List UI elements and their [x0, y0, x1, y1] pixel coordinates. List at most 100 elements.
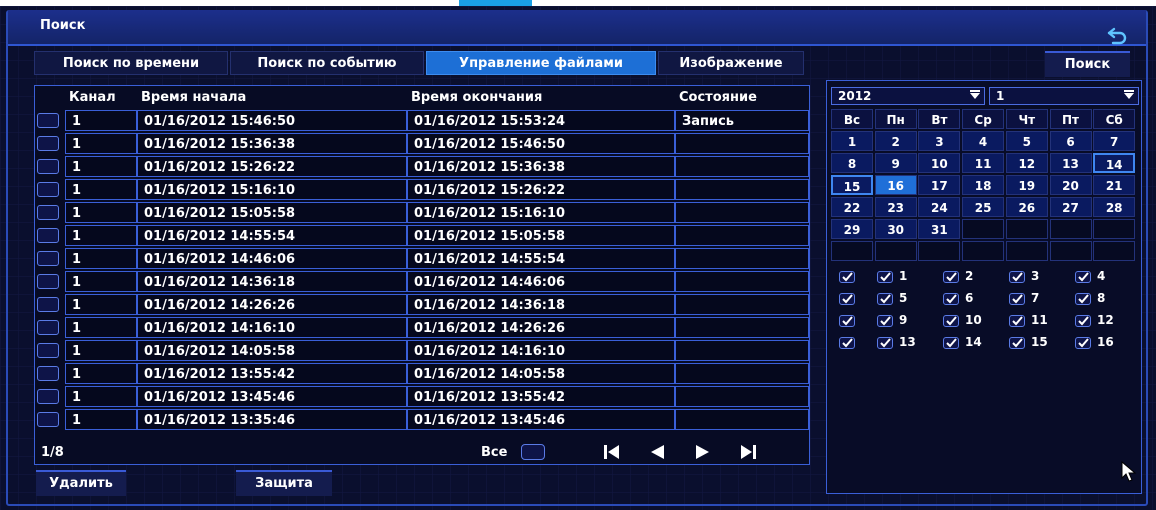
calendar-day[interactable]: 19 [1005, 175, 1048, 195]
calendar-day[interactable]: 12 [1005, 153, 1048, 173]
mouse-cursor-icon [1121, 460, 1137, 482]
calendar-day[interactable]: 11 [962, 153, 1005, 173]
table-row[interactable]: 1 01/16/2012 13:35:46 01/16/2012 13:45:46 [35, 409, 811, 431]
channel-checkbox[interactable] [1075, 271, 1091, 283]
row-checkbox[interactable] [37, 320, 59, 335]
year-select[interactable]: 2012 [831, 87, 985, 105]
prev-page-icon[interactable] [637, 442, 677, 462]
row-checkbox[interactable] [37, 297, 59, 312]
calendar-day[interactable]: 8 [831, 153, 873, 173]
channel-checkbox[interactable] [1075, 293, 1091, 305]
calendar-day[interactable]: 1 [831, 131, 873, 151]
calendar-day[interactable]: 2 [874, 131, 917, 151]
channel-checkbox[interactable] [1009, 271, 1025, 283]
channel-checkbox[interactable] [943, 315, 959, 327]
calendar-day[interactable]: 5 [1005, 131, 1048, 151]
channel-checkbox[interactable] [943, 271, 959, 283]
calendar-day[interactable]: 13 [1049, 153, 1092, 173]
channel-checkbox[interactable] [877, 337, 893, 349]
channel-checkbox[interactable] [877, 271, 893, 283]
channel-checkbox[interactable] [1075, 337, 1091, 349]
table-row[interactable]: 1 01/16/2012 15:46:50 01/16/2012 15:53:24 З… [35, 110, 811, 132]
table-row[interactable]: 1 01/16/2012 15:26:22 01/16/2012 15:36:38 [35, 156, 811, 178]
cell-state [675, 409, 809, 430]
select-all-checkbox[interactable] [521, 444, 545, 460]
calendar-empty-cell [1093, 219, 1136, 239]
tab-event-search[interactable]: Поиск по событию [230, 51, 424, 75]
row-checkbox[interactable] [37, 366, 59, 381]
channel-row-select-all-checkbox[interactable] [839, 337, 855, 349]
cell-channel: 1 [65, 317, 137, 338]
calendar-day[interactable]: 31 [918, 219, 961, 239]
calendar-day[interactable]: 18 [962, 175, 1005, 195]
calendar-day[interactable]: 9 [874, 153, 917, 173]
table-row[interactable]: 1 01/16/2012 14:55:54 01/16/2012 15:05:58 [35, 225, 811, 247]
channel-checkbox[interactable] [943, 293, 959, 305]
channel-checkbox[interactable] [877, 293, 893, 305]
table-row[interactable]: 1 01/16/2012 14:46:06 01/16/2012 14:55:54 [35, 248, 811, 270]
tab-file-management[interactable]: Управление файлами [426, 51, 656, 75]
channel-checkbox[interactable] [1009, 337, 1025, 349]
table-row[interactable]: 1 01/16/2012 15:16:10 01/16/2012 15:26:22 [35, 179, 811, 201]
first-page-icon[interactable] [591, 442, 631, 462]
calendar-day[interactable]: 27 [1049, 197, 1092, 217]
protect-button[interactable]: Защита [236, 470, 332, 496]
channel-row-select-all-checkbox[interactable] [839, 293, 855, 305]
row-checkbox[interactable] [37, 343, 59, 358]
weekday-header: Сб [1093, 109, 1136, 129]
table-row[interactable]: 1 01/16/2012 14:26:26 01/16/2012 14:36:18 [35, 294, 811, 316]
row-checkbox[interactable] [37, 136, 59, 151]
calendar-day[interactable]: 7 [1093, 131, 1136, 151]
calendar-day[interactable]: 25 [962, 197, 1005, 217]
calendar-day[interactable]: 26 [1005, 197, 1048, 217]
table-row[interactable]: 1 01/16/2012 14:16:10 01/16/2012 14:26:26 [35, 317, 811, 339]
calendar-day[interactable]: 16 [874, 175, 917, 195]
row-checkbox[interactable] [37, 159, 59, 174]
month-select[interactable]: 1 [989, 87, 1139, 105]
calendar-day[interactable]: 6 [1049, 131, 1092, 151]
table-row[interactable]: 1 01/16/2012 13:55:42 01/16/2012 14:05:58 [35, 363, 811, 385]
channel-checkbox[interactable] [1009, 293, 1025, 305]
channel-row-select-all-checkbox[interactable] [839, 315, 855, 327]
row-checkbox[interactable] [37, 274, 59, 289]
calendar-day[interactable]: 3 [918, 131, 961, 151]
calendar-day[interactable]: 24 [918, 197, 961, 217]
last-page-icon[interactable] [729, 442, 769, 462]
table-row[interactable]: 1 01/16/2012 15:05:58 01/16/2012 15:16:10 [35, 202, 811, 224]
calendar-day[interactable]: 14 [1093, 153, 1136, 173]
channel-checkbox[interactable] [877, 315, 893, 327]
calendar-day[interactable]: 22 [831, 197, 873, 217]
table-row[interactable]: 1 01/16/2012 13:45:46 01/16/2012 13:55:42 [35, 386, 811, 408]
calendar-day[interactable]: 20 [1049, 175, 1092, 195]
channel-row-select-all-checkbox[interactable] [839, 271, 855, 283]
calendar-day[interactable]: 10 [918, 153, 961, 173]
calendar-day[interactable]: 15 [831, 175, 873, 195]
calendar-day[interactable]: 29 [831, 219, 873, 239]
back-arrow-icon[interactable] [1105, 24, 1129, 48]
tab-time-search[interactable]: Поиск по времени [34, 51, 228, 75]
calendar-day[interactable]: 28 [1093, 197, 1136, 217]
row-checkbox[interactable] [37, 228, 59, 243]
table-row[interactable]: 1 01/16/2012 14:05:58 01/16/2012 14:16:10 [35, 340, 811, 362]
search-button[interactable]: Поиск [1045, 51, 1130, 77]
tab-image[interactable]: Изображение [658, 51, 804, 75]
row-checkbox[interactable] [37, 182, 59, 197]
calendar-day[interactable]: 17 [918, 175, 961, 195]
row-checkbox[interactable] [37, 113, 59, 128]
delete-button[interactable]: Удалить [36, 470, 126, 496]
table-row[interactable]: 1 01/16/2012 15:36:38 01/16/2012 15:46:50 [35, 133, 811, 155]
row-checkbox[interactable] [37, 205, 59, 220]
row-checkbox[interactable] [37, 251, 59, 266]
calendar-day[interactable]: 4 [962, 131, 1005, 151]
calendar-day[interactable]: 23 [874, 197, 917, 217]
row-checkbox[interactable] [37, 412, 59, 427]
next-page-icon[interactable] [683, 442, 723, 462]
calendar-day[interactable]: 21 [1093, 175, 1136, 195]
row-checkbox[interactable] [37, 389, 59, 404]
calendar-day[interactable]: 30 [874, 219, 917, 239]
channel-checkbox[interactable] [1075, 315, 1091, 327]
channel-checkbox[interactable] [943, 337, 959, 349]
channel-checkbox[interactable] [1009, 315, 1025, 327]
calendar-empty-cell [831, 241, 873, 261]
table-row[interactable]: 1 01/16/2012 14:36:18 01/16/2012 14:46:06 [35, 271, 811, 293]
